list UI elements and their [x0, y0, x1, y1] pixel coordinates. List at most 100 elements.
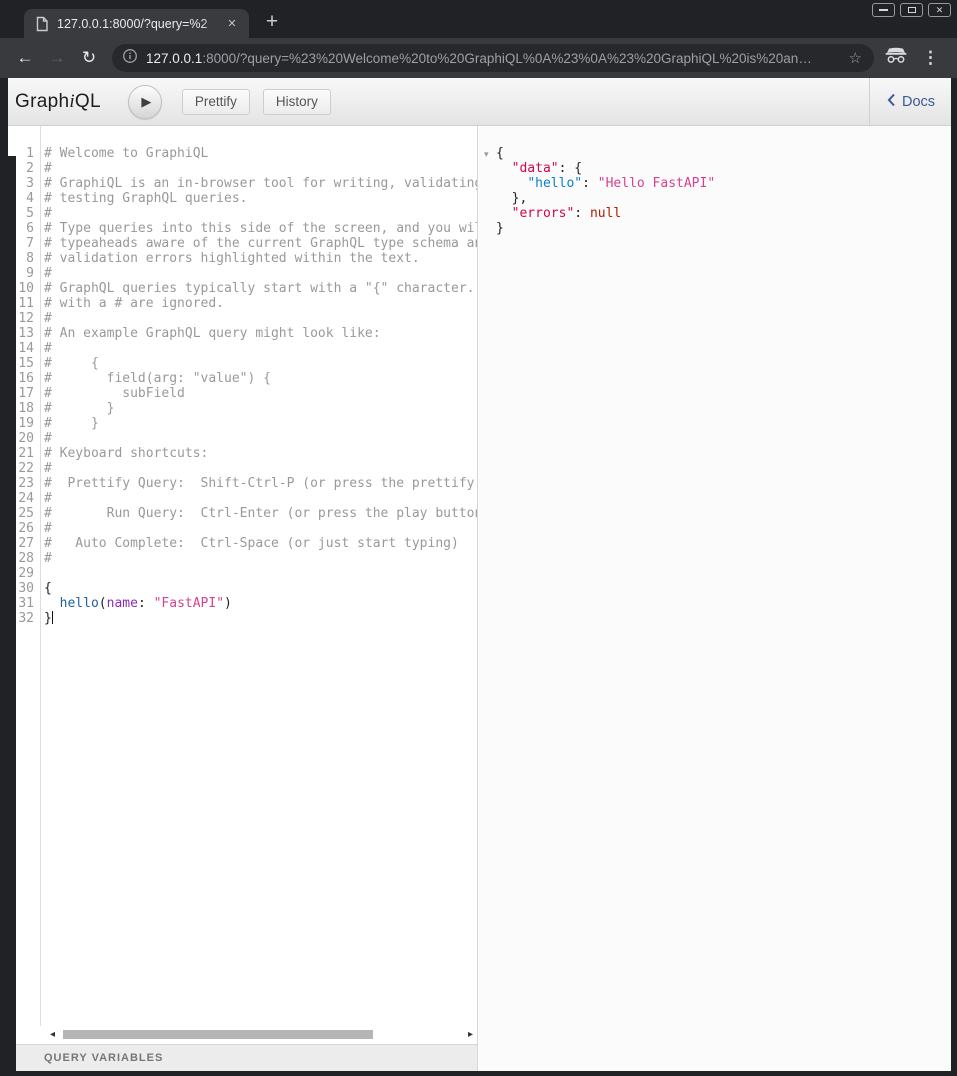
code-line[interactable]: # subField — [44, 386, 477, 401]
token-def: "errors" — [512, 206, 575, 221]
window-frame-left — [8, 156, 16, 1071]
page-favicon-icon — [35, 16, 49, 32]
code-line[interactable]: } — [44, 611, 477, 626]
code-line: { — [496, 146, 951, 161]
token-com: # — [44, 461, 52, 476]
token-com: # — [44, 206, 52, 221]
graphiql-main: 1234567891011121314151617181920212223242… — [8, 126, 951, 1071]
code-line[interactable]: { — [44, 581, 477, 596]
token-com: # } — [44, 416, 99, 431]
token-com: # GraphQL queries typically start with a… — [44, 281, 477, 296]
code-line: } — [496, 221, 951, 236]
token-pun: : — [574, 206, 590, 221]
query-variables-bar[interactable]: QUERY VARIABLES — [8, 1044, 477, 1071]
bookmark-star-icon[interactable]: ☆ — [845, 49, 866, 67]
token-pun: } — [44, 611, 52, 626]
token-com: # GraphiQL is an in-browser tool for wri… — [44, 176, 477, 191]
fold-arrow-icon[interactable]: ▾ — [484, 149, 489, 160]
scroll-right-icon[interactable]: ▸ — [468, 1029, 473, 1040]
token-com: # — [44, 521, 52, 536]
site-info-icon[interactable] — [122, 48, 138, 69]
scrollbar-thumb[interactable] — [63, 1030, 373, 1039]
code-line[interactable]: # testing GraphQL queries. — [44, 191, 477, 206]
query-editor-scroll[interactable]: 1234567891011121314151617181920212223242… — [8, 126, 477, 1026]
code-line[interactable]: # Welcome to GraphiQL — [44, 146, 477, 161]
code-line[interactable]: # typeaheads aware of the current GraphQ… — [44, 236, 477, 251]
code-line: "hello": "Hello FastAPI" — [496, 176, 951, 191]
address-bar-right: ⋮ — [884, 47, 943, 69]
code-line: "errors": null — [496, 206, 951, 221]
code-line[interactable]: # GraphQL queries typically start with a… — [44, 281, 477, 296]
code-line[interactable]: # — [44, 431, 477, 446]
horizontal-scrollbar[interactable]: ◂ ▸ — [42, 1026, 477, 1044]
code-line[interactable]: # Type queries into this side of the scr… — [44, 221, 477, 236]
code-line[interactable]: hello(name: "FastAPI") — [44, 596, 477, 611]
code-line[interactable]: # validation errors highlighted within t… — [44, 251, 477, 266]
token-com: # — [44, 551, 52, 566]
code-line[interactable]: # — [44, 161, 477, 176]
code-line[interactable]: # Keyboard shortcuts: — [44, 446, 477, 461]
token-pln — [146, 596, 154, 611]
token-arg: name — [107, 596, 138, 611]
code-line[interactable]: # — [44, 461, 477, 476]
code-line[interactable] — [44, 566, 477, 581]
code-line[interactable]: # — [44, 266, 477, 281]
code-line[interactable]: # Auto Complete: Ctrl-Space (or just sta… — [44, 536, 477, 551]
code-line[interactable]: # — [44, 311, 477, 326]
play-icon: ▶ — [141, 94, 151, 110]
browser-tab[interactable]: 127.0.0.1:8000/?query=%2 ✕ — [24, 9, 249, 38]
close-icon[interactable]: ✕ — [928, 3, 951, 17]
token-com: # subField — [44, 386, 185, 401]
token-pun: : — [138, 596, 146, 611]
graphiql-app: GraphiQL ▶ Prettify History Docs 1234567… — [8, 78, 951, 1071]
token-com: # An example GraphQL query might look li… — [44, 326, 381, 341]
tab-close-icon[interactable]: ✕ — [223, 15, 241, 33]
token-pln — [496, 161, 512, 176]
browser-menu-icon[interactable]: ⋮ — [922, 48, 943, 68]
token-com: # typeaheads aware of the current GraphQ… — [44, 236, 477, 251]
execute-query-button[interactable]: ▶ — [128, 85, 162, 119]
maximize-icon[interactable] — [900, 3, 923, 17]
scroll-left-icon[interactable]: ◂ — [50, 1029, 55, 1040]
code-line[interactable]: # — [44, 206, 477, 221]
code-line[interactable]: # Prettify Query: Shift-Ctrl-P (or press… — [44, 476, 477, 491]
docs-toggle[interactable]: Docs — [869, 78, 951, 126]
prettify-button[interactable]: Prettify — [182, 89, 250, 115]
token-pun: } — [496, 221, 504, 236]
tab-title: 127.0.0.1:8000/?query=%2 — [57, 17, 223, 31]
new-tab-button[interactable]: + — [258, 8, 286, 36]
token-com: # Type queries into this side of the scr… — [44, 221, 477, 236]
minimize-icon[interactable] — [872, 3, 895, 17]
back-icon[interactable]: ← — [10, 43, 40, 73]
url-field[interactable]: 127.0.0.1:8000/?query=%23%20Welcome%20to… — [112, 44, 874, 72]
browser-window: 127.0.0.1:8000/?query=%2 ✕ + ✕ ← → ↻ 127… — [0, 0, 957, 1076]
code-line[interactable]: # { — [44, 356, 477, 371]
code-line[interactable]: # field(arg: "value") { — [44, 371, 477, 386]
code-line[interactable]: # GraphiQL is an in-browser tool for wri… — [44, 176, 477, 191]
code-line[interactable]: # Run Query: Ctrl-Enter (or press the pl… — [44, 506, 477, 521]
code-line: }, — [496, 191, 951, 206]
forward-icon[interactable]: → — [42, 43, 72, 73]
code-line[interactable]: # An example GraphQL query might look li… — [44, 326, 477, 341]
token-def: "data" — [512, 161, 559, 176]
code-line[interactable]: # } — [44, 416, 477, 431]
query-editor-pane[interactable]: 1234567891011121314151617181920212223242… — [8, 126, 478, 1071]
code-line[interactable]: # — [44, 551, 477, 566]
reload-icon[interactable]: ↻ — [74, 43, 104, 73]
code-line[interactable]: # — [44, 491, 477, 506]
token-com: # Auto Complete: Ctrl-Space (or just sta… — [44, 536, 459, 551]
editor-code[interactable]: # Welcome to GraphiQL## GraphiQL is an i… — [44, 126, 477, 626]
token-str: "FastAPI" — [154, 596, 224, 611]
text-cursor — [52, 611, 53, 624]
token-com: # — [44, 341, 52, 356]
token-pun: ) — [224, 596, 232, 611]
code-line[interactable]: # with a # are ignored. — [44, 296, 477, 311]
tab-title-fade — [201, 17, 223, 31]
code-line[interactable]: # — [44, 521, 477, 536]
history-button[interactable]: History — [263, 89, 331, 115]
code-line[interactable]: # — [44, 341, 477, 356]
result-pane: ▾ { "data": { "hello": "Hello FastAPI" }… — [479, 126, 951, 1071]
token-pln — [496, 206, 512, 221]
code-line[interactable]: # } — [44, 401, 477, 416]
token-kw: null — [590, 206, 621, 221]
